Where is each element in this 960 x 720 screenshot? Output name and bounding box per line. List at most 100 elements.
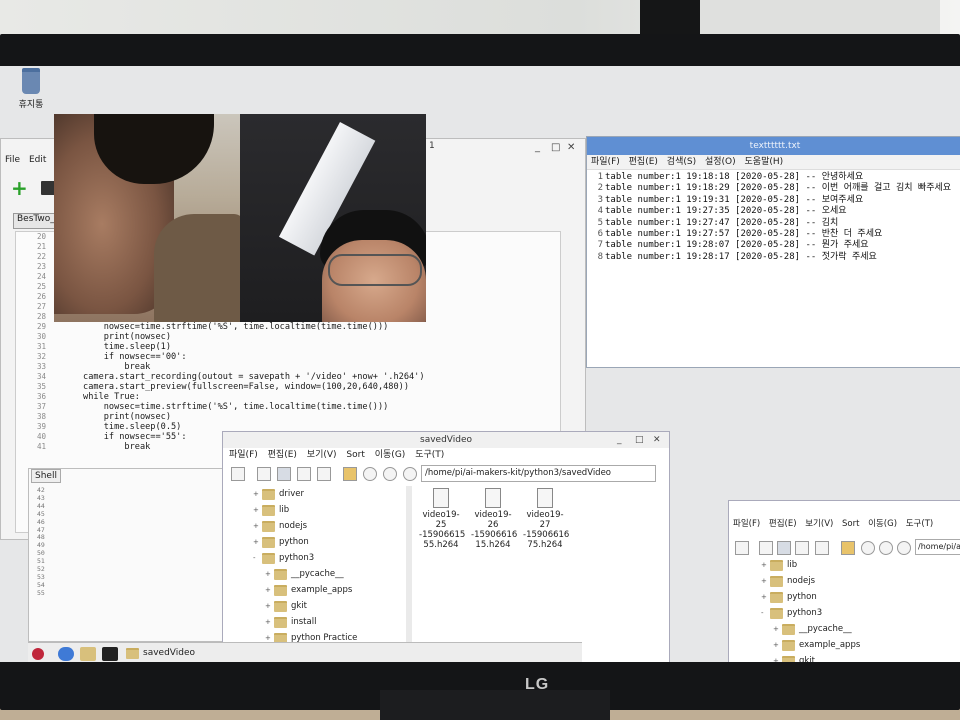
fm2-new-window-icon[interactable]	[735, 541, 749, 555]
tree-item[interactable]: + lib	[761, 557, 860, 573]
tree-item[interactable]: + gkit	[761, 653, 860, 662]
list-view-icon[interactable]	[317, 467, 331, 481]
expand-icon[interactable]: +	[265, 582, 272, 598]
tree-scrollbar[interactable]	[406, 486, 412, 658]
fm-menu-sort[interactable]: Sort	[346, 450, 364, 460]
tree-item[interactable]: + nodejs	[761, 573, 860, 589]
tree-item[interactable]: + install	[253, 614, 403, 630]
te-menu-edit[interactable]: 편집(E)	[629, 157, 658, 167]
close-icon[interactable]: ✕	[567, 142, 575, 153]
file-item[interactable]: video19-25 -15906615 55.h264	[419, 488, 465, 550]
expand-icon[interactable]: +	[265, 566, 272, 582]
tree-item[interactable]: + example_apps	[253, 582, 403, 598]
person-hand-left	[154, 214, 244, 322]
tree-item[interactable]: + gkit	[253, 598, 403, 614]
taskbar-item-savedvideo[interactable]: savedVideo	[126, 646, 216, 661]
terminal-icon[interactable]	[102, 647, 118, 661]
tree-item[interactable]: + python	[761, 589, 860, 605]
fm-minimize-icon[interactable]: _	[617, 432, 622, 448]
minimize-icon[interactable]: _	[535, 142, 540, 153]
fm-menu-file[interactable]: 파일(F)	[229, 450, 258, 460]
shell-pane[interactable]: Shell 42 43 44 45 46 47 48 49 50 51 52 53 54 55	[28, 468, 230, 642]
file-item[interactable]: video19-26 -15906616 15.h264	[471, 488, 517, 550]
text-editor-body[interactable]: 1 table number:1 19:18:18 [2020-05-28] --…	[587, 170, 960, 263]
new-file-icon[interactable]: +	[11, 178, 28, 198]
fm2-list-view-icon[interactable]	[815, 541, 829, 555]
up-arrow-icon[interactable]	[403, 467, 417, 481]
expand-icon[interactable]: +	[773, 621, 780, 637]
back-arrow-icon[interactable]	[363, 467, 377, 481]
expand-icon[interactable]: +	[265, 614, 272, 630]
tree-item[interactable]: - python3	[253, 550, 403, 566]
file-item[interactable]: video19-27 -15906616 75.h264	[523, 488, 569, 550]
save-icon[interactable]	[40, 181, 55, 195]
new-window-icon[interactable]	[231, 467, 245, 481]
expand-icon[interactable]: +	[253, 486, 260, 502]
code-line: 34 camera.start_recording(outout = savep…	[16, 372, 560, 382]
video-file-icon	[485, 488, 501, 508]
collapse-icon[interactable]: -	[253, 550, 260, 566]
fm2-icon-view-icon[interactable]	[759, 541, 773, 555]
expand-icon[interactable]: +	[761, 589, 768, 605]
te-menu-settings[interactable]: 설정(O)	[705, 157, 736, 167]
fm-menu-tools[interactable]: 도구(T)	[415, 450, 444, 460]
expand-icon[interactable]: +	[773, 637, 780, 653]
file-manager-icon[interactable]	[80, 647, 96, 661]
tree-item[interactable]: + lib	[253, 502, 403, 518]
compact-view-icon[interactable]	[297, 467, 311, 481]
expand-icon[interactable]: +	[253, 534, 260, 550]
expand-icon[interactable]: +	[253, 502, 260, 518]
fm2-compact-view-icon[interactable]	[795, 541, 809, 555]
browser-icon[interactable]	[58, 647, 74, 661]
fm2-menu-tools[interactable]: 도구(T)	[906, 519, 933, 529]
fm2-menu-view[interactable]: 보기(V)	[805, 519, 833, 529]
expand-icon[interactable]: +	[773, 653, 780, 662]
path-input[interactable]: /home/pi/ai-makers-kit/python3/savedVide…	[421, 465, 656, 482]
fm-menu-go[interactable]: 이동(G)	[375, 450, 406, 460]
menu-edit[interactable]: Edit	[29, 155, 46, 165]
fm2-path-input[interactable]: /home/pi/ai	[915, 539, 960, 555]
te-menu-search[interactable]: 검색(S)	[667, 157, 696, 167]
tree-item[interactable]: + example_apps	[761, 637, 860, 653]
fm-close-icon[interactable]: ✕	[653, 432, 661, 448]
text-line: 7 table number:1 19:28:07 [2020-05-28] --…	[587, 240, 960, 251]
collapse-icon[interactable]: -	[761, 605, 768, 621]
expand-icon[interactable]: +	[761, 557, 768, 573]
fm-menu-view[interactable]: 보기(V)	[307, 450, 337, 460]
trash-desktop-icon[interactable]: 휴지통	[14, 68, 48, 110]
menu-file[interactable]: File	[5, 155, 20, 165]
code-text: print(nowsec)	[52, 412, 171, 422]
shell-tab[interactable]: Shell	[31, 469, 61, 483]
fm2-thumbnail-view-icon[interactable]	[777, 541, 791, 555]
fm2-home-folder-icon[interactable]	[841, 541, 855, 555]
fm2-menu-sort[interactable]: Sort	[842, 519, 859, 529]
fm2-menu-go[interactable]: 이동(G)	[868, 519, 897, 529]
fm2-back-arrow-icon[interactable]	[861, 541, 875, 555]
te-menu-file[interactable]: 파일(F)	[591, 157, 620, 167]
tree-item[interactable]: + python	[253, 534, 403, 550]
tree-item[interactable]: + __pycache__	[253, 566, 403, 582]
expand-icon[interactable]: +	[265, 598, 272, 614]
raspberry-menu-icon[interactable]	[32, 648, 44, 660]
forward-arrow-icon[interactable]	[383, 467, 397, 481]
icon-view-icon[interactable]	[257, 467, 271, 481]
fm2-up-arrow-icon[interactable]	[897, 541, 911, 555]
fm2-forward-arrow-icon[interactable]	[879, 541, 893, 555]
line-number: 31	[36, 342, 46, 351]
folder-icon	[274, 584, 287, 596]
fm-maximize-icon[interactable]: □	[635, 432, 644, 448]
tree-item[interactable]: - python3	[761, 605, 860, 621]
maximize-icon[interactable]: □	[551, 142, 560, 153]
fm-menu-edit[interactable]: 편집(E)	[268, 450, 297, 460]
te-menu-help[interactable]: 도움말(H)	[745, 157, 784, 167]
tree-item[interactable]: + nodejs	[253, 518, 403, 534]
fm2-menu-edit[interactable]: 편집(E)	[769, 519, 797, 529]
expand-icon[interactable]: +	[253, 518, 260, 534]
fm2-menu-file[interactable]: 파일(F)	[733, 519, 760, 529]
home-folder-icon[interactable]	[343, 467, 357, 481]
tree-item[interactable]: + driver	[253, 486, 403, 502]
expand-icon[interactable]: +	[761, 573, 768, 589]
text-line: 5 table number:1 19:27:47 [2020-05-28] --…	[587, 218, 960, 229]
thumbnail-view-icon[interactable]	[277, 467, 291, 481]
tree-item[interactable]: + __pycache__	[761, 621, 860, 637]
